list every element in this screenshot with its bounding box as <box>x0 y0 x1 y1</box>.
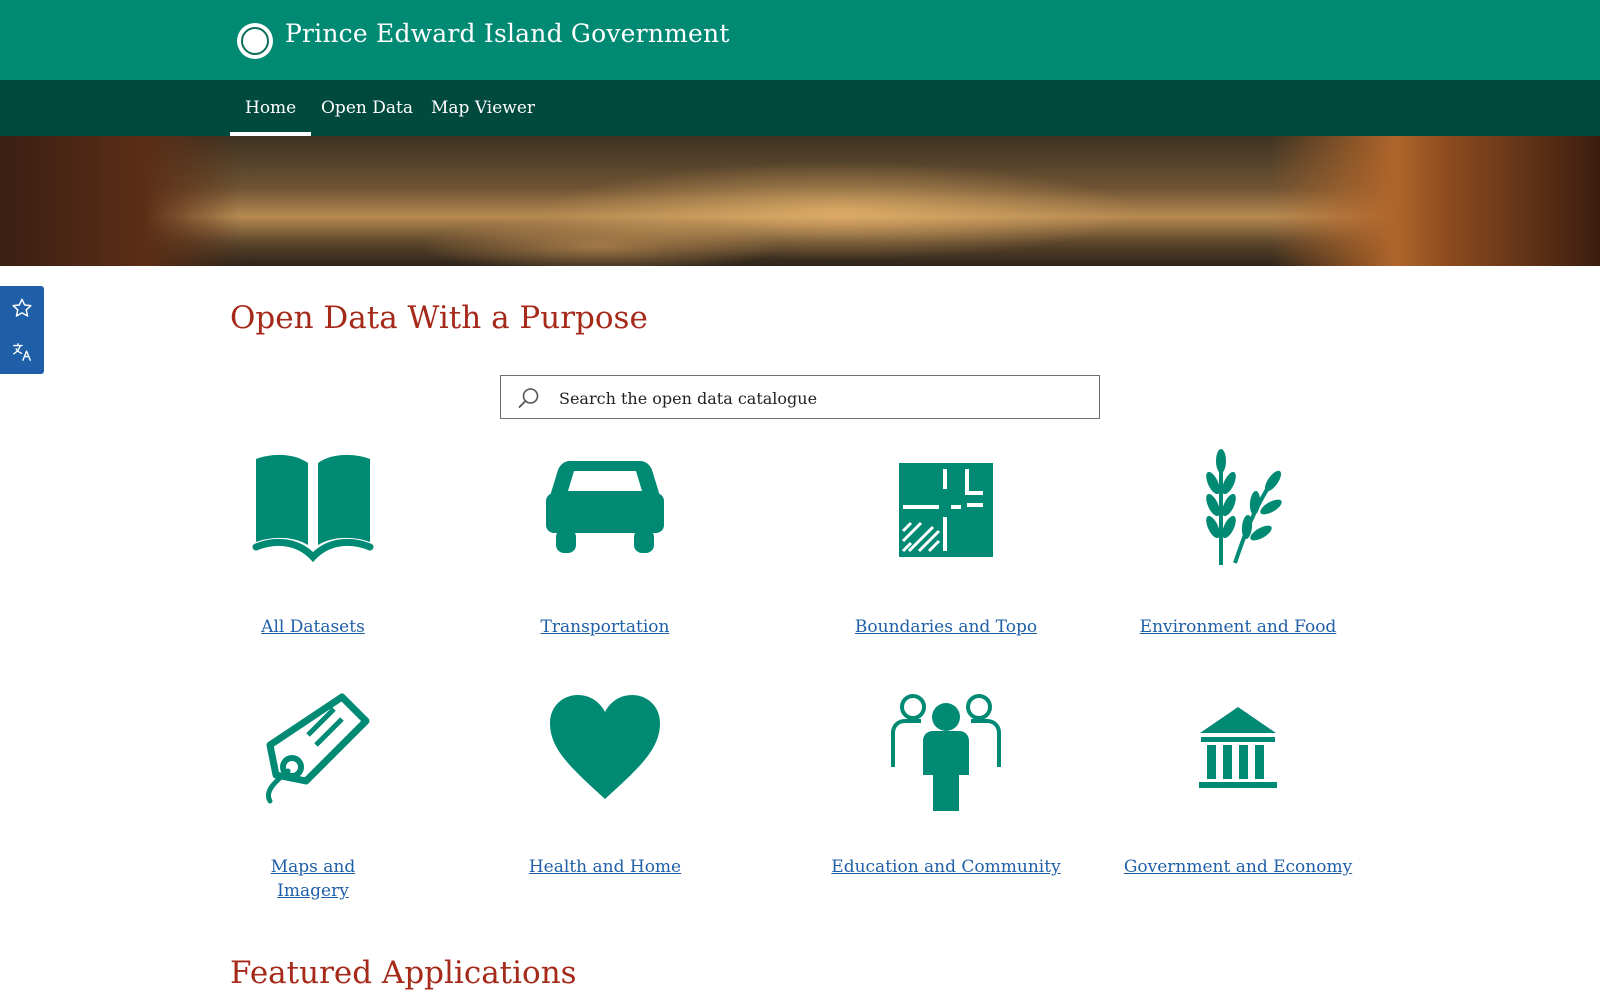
tag-icon[interactable] <box>248 685 378 815</box>
category-all-datasets: All Datasets <box>193 445 433 639</box>
nav-item-map-viewer[interactable]: Map Viewer <box>416 80 550 136</box>
seal-ring <box>241 27 269 55</box>
star-icon <box>12 298 32 317</box>
category-government-and-economy: Government and Economy <box>1118 685 1358 879</box>
category-link-maps-and-imagery[interactable]: Maps and Imagery <box>258 855 368 903</box>
nav-item-open-data[interactable]: Open Data <box>306 80 428 136</box>
favorite-button[interactable] <box>0 286 44 330</box>
pei-seal-icon[interactable] <box>237 23 273 59</box>
category-education-and-community: Education and Community <box>826 685 1066 879</box>
featured-applications-title: Featured Applications <box>230 955 577 991</box>
category-environment-and-food: Environment and Food <box>1118 445 1358 639</box>
translate-icon <box>13 343 31 361</box>
category-link-health-and-home[interactable]: Health and Home <box>485 855 725 879</box>
nav-item-home[interactable]: Home <box>230 80 312 136</box>
page-title: Open Data With a Purpose <box>230 300 648 336</box>
category-transportation: Transportation <box>485 445 725 639</box>
people-icon[interactable] <box>881 685 1011 815</box>
category-boundaries-and-topo: Boundaries and Topo <box>826 445 1066 639</box>
search-icon[interactable] <box>517 386 541 410</box>
catalogue-search <box>500 375 1100 420</box>
hero-rock-left <box>0 136 240 266</box>
category-health-and-home: Health and Home <box>485 685 725 879</box>
heart-icon[interactable] <box>540 685 670 815</box>
hero-rock-right <box>1270 136 1600 266</box>
category-link-boundaries-and-topo[interactable]: Boundaries and Topo <box>826 615 1066 639</box>
category-link-education-and-community[interactable]: Education and Community <box>826 855 1066 879</box>
category-link-all-datasets[interactable]: All Datasets <box>193 615 433 639</box>
site-title[interactable]: Prince Edward Island Government <box>285 19 730 48</box>
site-header: Prince Edward Island Government <box>0 0 1600 80</box>
category-link-transportation[interactable]: Transportation <box>485 615 725 639</box>
category-link-environment-and-food[interactable]: Environment and Food <box>1118 615 1358 639</box>
translate-button[interactable] <box>0 330 44 374</box>
floor-plan-icon[interactable] <box>881 445 1011 575</box>
side-toolbar <box>0 286 44 374</box>
search-input[interactable] <box>557 376 1091 420</box>
open-book-icon[interactable] <box>248 445 378 575</box>
hero-banner-image <box>0 136 1600 266</box>
main-nav: Home Open Data Map Viewer <box>0 80 1600 136</box>
category-maps-and-imagery: Maps and Imagery <box>193 685 433 903</box>
government-building-icon[interactable] <box>1173 685 1303 815</box>
wheat-icon[interactable] <box>1173 445 1303 575</box>
car-icon[interactable] <box>540 445 670 575</box>
category-link-government-and-economy[interactable]: Government and Economy <box>1118 855 1358 879</box>
